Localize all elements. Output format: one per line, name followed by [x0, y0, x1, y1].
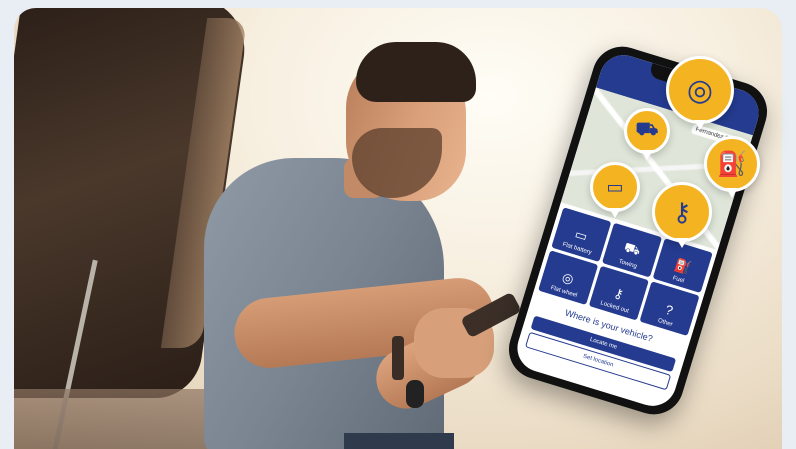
wheel-icon: ◎	[560, 269, 576, 287]
battery-icon: ▭	[590, 162, 640, 218]
person-jeans	[344, 433, 454, 449]
key-icon: ⚷	[611, 285, 626, 303]
tile-label: Flat battery	[561, 241, 593, 257]
fuel-icon: ⛽	[672, 256, 693, 276]
bracelet	[406, 380, 424, 408]
tow-truck-icon: ⛟	[622, 239, 643, 259]
battery-icon: ▭	[573, 226, 590, 245]
question-icon: ?	[663, 301, 675, 319]
person-hair	[356, 42, 476, 102]
wristband	[392, 336, 404, 380]
tow-truck-icon: ⛟	[624, 108, 670, 160]
fuel-pump-icon: ⛽	[704, 136, 760, 198]
tire-icon: ◎	[666, 56, 734, 130]
key-icon: ⚷	[652, 182, 712, 248]
tile-label: Other	[657, 317, 674, 329]
tile-label: Locked out	[599, 300, 630, 315]
tile-label: Fuel	[671, 275, 685, 285]
tile-label: Flat wheel	[549, 285, 578, 299]
